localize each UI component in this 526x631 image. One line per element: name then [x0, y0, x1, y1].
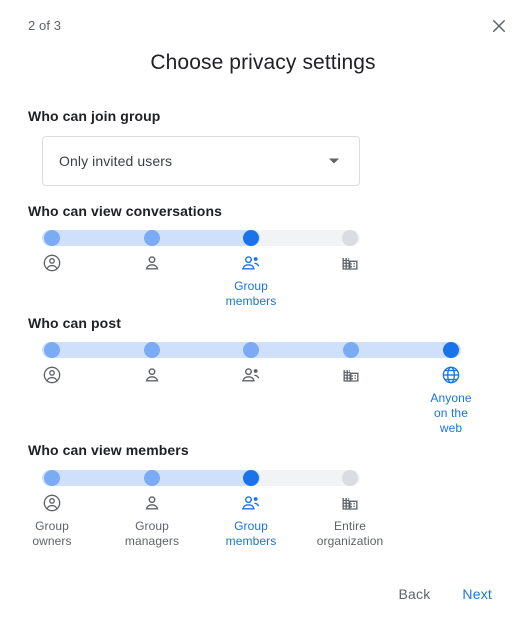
- slider-stop-entire-organization[interactable]: [306, 364, 396, 391]
- group-icon: [206, 252, 296, 274]
- close-icon: [490, 17, 508, 35]
- back-button[interactable]: Back: [386, 578, 442, 610]
- slider-stop-group-members[interactable]: [206, 364, 296, 391]
- privacy-settings-dialog: 2 of 3 Choose privacy settings Who can j…: [0, 0, 526, 631]
- slider-stop-group-members[interactable]: Group members: [206, 252, 296, 309]
- slider-stop-label: Group members: [225, 519, 277, 548]
- page-title: Choose privacy settings: [150, 51, 376, 74]
- person-icon: [107, 252, 197, 274]
- label-who-can-view-conversations: Who can view conversations: [28, 203, 222, 219]
- slider-stop-label: Group owners: [32, 519, 72, 548]
- slider-stop-label: Anyone on the web: [430, 391, 472, 435]
- slider-dot-3[interactable]: [342, 470, 358, 486]
- domain-icon: [305, 252, 395, 274]
- slider-dot-0[interactable]: [44, 470, 60, 486]
- slider-stop-group-owners[interactable]: Group owners: [7, 492, 97, 549]
- slider-stop-group-managers[interactable]: [107, 364, 197, 391]
- dialog-footer: Back Next: [386, 578, 504, 610]
- slider-dot-4[interactable]: [443, 342, 459, 358]
- person-icon: [107, 492, 197, 514]
- next-button[interactable]: Next: [450, 578, 504, 610]
- slider-stop-group-managers[interactable]: Group managers: [107, 492, 197, 549]
- slider-stop-entire-organization[interactable]: Entire organization: [305, 492, 395, 549]
- step-counter: 2 of 3: [28, 18, 62, 33]
- slider-dot-1[interactable]: [144, 342, 160, 358]
- account-circle-icon: [7, 252, 97, 274]
- slider-stop-group-owners[interactable]: [7, 252, 97, 279]
- slider-dot-0[interactable]: [44, 230, 60, 246]
- slider-dot-1[interactable]: [144, 470, 160, 486]
- slider-dot-3[interactable]: [342, 230, 358, 246]
- chevron-down-icon: [329, 158, 339, 164]
- label-who-can-post: Who can post: [28, 315, 121, 331]
- slider-dot-2[interactable]: [243, 470, 259, 486]
- join-group-select[interactable]: Only invited users: [42, 136, 360, 186]
- slider-stop-label: Group members: [225, 279, 277, 308]
- label-who-can-view-members: Who can view members: [28, 442, 189, 458]
- account-circle-icon: [7, 492, 97, 514]
- close-button[interactable]: [485, 12, 513, 40]
- slider-stop-group-members[interactable]: Group members: [206, 492, 296, 549]
- join-group-select-value: Only invited users: [59, 153, 173, 169]
- slider-dot-1[interactable]: [144, 230, 160, 246]
- slider-dot-2[interactable]: [243, 342, 259, 358]
- group-icon: [206, 364, 296, 386]
- slider-dot-0[interactable]: [44, 342, 60, 358]
- group-icon: [206, 492, 296, 514]
- slider-dot-2[interactable]: [243, 230, 259, 246]
- slider-stop-group-managers[interactable]: [107, 252, 197, 279]
- domain-icon: [305, 492, 395, 514]
- slider-stop-label: Entire organization: [316, 519, 384, 548]
- slider-stop-label: Group managers: [124, 519, 180, 548]
- domain-icon: [306, 364, 396, 386]
- label-who-can-join-group: Who can join group: [28, 108, 161, 124]
- person-icon: [107, 364, 197, 386]
- slider-stop-anyone-on-the-web[interactable]: Anyone on the web: [406, 364, 496, 436]
- globe-icon: [406, 364, 496, 386]
- slider-stop-entire-organization[interactable]: [305, 252, 395, 279]
- slider-stop-group-owners[interactable]: [7, 364, 97, 391]
- account-circle-icon: [7, 364, 97, 386]
- slider-dot-3[interactable]: [343, 342, 359, 358]
